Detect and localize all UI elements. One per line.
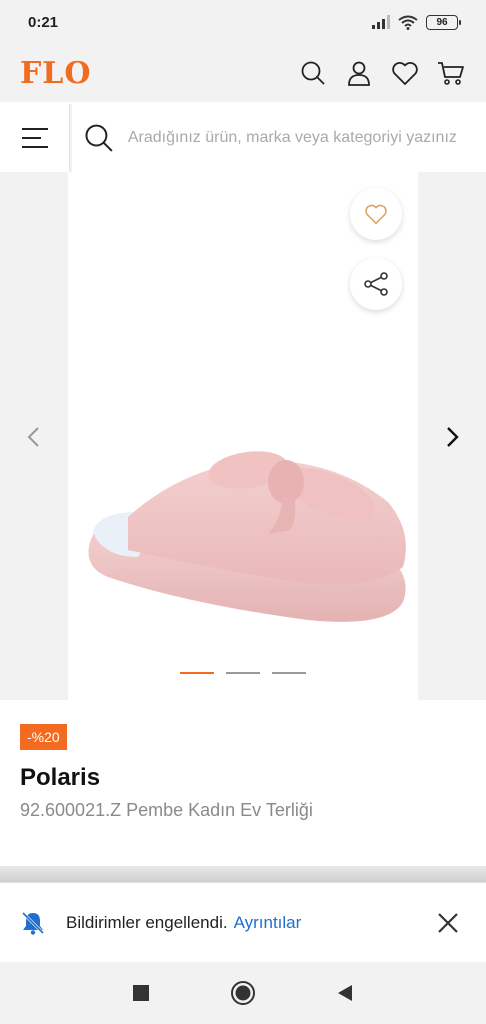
product-info: -%20 Polaris 92.600021.Z Pembe Kadın Ev … [0, 700, 486, 864]
back-button[interactable] [336, 983, 354, 1003]
search-bar[interactable] [72, 104, 486, 172]
product-brand[interactable]: Polaris [20, 764, 466, 792]
close-icon[interactable] [436, 911, 460, 935]
product-name: 92.600021.Z Pembe Kadın Ev Terliği [20, 800, 313, 820]
product-gallery [0, 172, 486, 700]
discount-badge: -%20 [20, 724, 67, 750]
signal-icon [372, 15, 390, 29]
search-row [0, 104, 486, 172]
notification-details-link[interactable]: Ayrıntılar [234, 913, 302, 933]
search-input[interactable] [127, 129, 486, 147]
search-icon[interactable] [298, 58, 328, 88]
share-icon [364, 272, 388, 296]
battery-icon: 96 [426, 14, 461, 30]
gallery-dot[interactable] [226, 672, 260, 674]
favorite-button[interactable] [350, 188, 402, 240]
next-image-button[interactable] [438, 422, 468, 452]
gallery-indicator [180, 672, 306, 674]
share-button[interactable] [350, 258, 402, 310]
app-header: FLO [0, 44, 486, 102]
gallery-dot[interactable] [272, 672, 306, 674]
hamburger-icon [21, 128, 48, 148]
prev-image-button[interactable] [18, 422, 48, 452]
divider [0, 866, 486, 882]
flo-logo[interactable]: FLO [20, 56, 92, 91]
bell-off-icon [21, 911, 45, 935]
notification-text: Bildirimler engellendi. [66, 912, 228, 932]
status-time: 0:21 [28, 13, 59, 31]
notification-banner: Bildirimler engellendi. Ayrıntılar [0, 882, 486, 962]
wifi-icon [398, 15, 418, 30]
status-icons: 96 [372, 14, 461, 30]
product-image[interactable] [68, 172, 418, 700]
header-actions [298, 58, 466, 88]
search-icon [85, 124, 113, 152]
home-button[interactable] [230, 980, 256, 1006]
chevron-right-icon [447, 427, 459, 447]
cart-icon[interactable] [436, 58, 466, 88]
chevron-left-icon [27, 427, 39, 447]
system-nav-bar [0, 962, 486, 1024]
gallery-dot[interactable] [180, 672, 214, 674]
slipper-image [88, 451, 406, 622]
heart-icon[interactable] [390, 58, 420, 88]
heart-icon [365, 204, 387, 225]
recents-button[interactable] [132, 984, 150, 1002]
battery-level: 96 [436, 16, 448, 28]
user-icon[interactable] [344, 58, 374, 88]
status-bar: 0:21 96 [0, 0, 486, 44]
menu-button[interactable] [0, 104, 70, 172]
